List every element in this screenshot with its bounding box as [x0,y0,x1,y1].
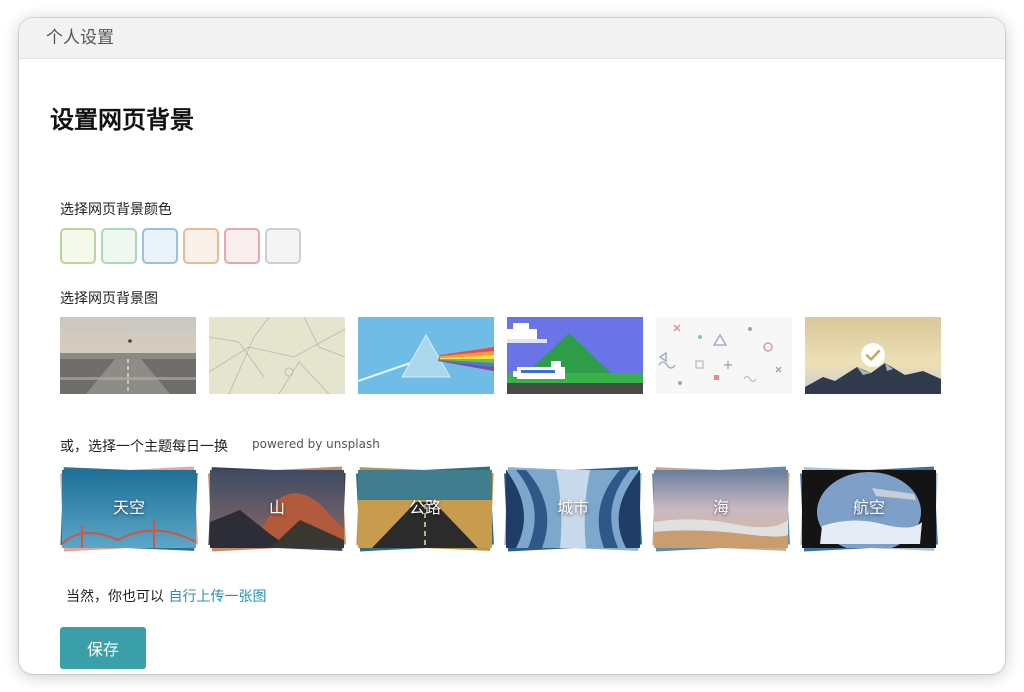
settings-window: 个人设置 设置网页背景 选择网页背景颜色 选择网页背景图 或，选择一个主题每日一… [19,18,1005,674]
upload-prefix-text: 当然，你也可以 [66,589,169,605]
upload-link[interactable]: 自行上传一张图 [168,589,266,605]
background-thumb-mountain[interactable] [805,317,941,394]
selected-check-icon [861,343,885,367]
background-thumb-prism[interactable] [358,317,494,394]
theme-label-sky: 天空 [112,498,145,517]
color-swatch-blue[interactable] [142,228,178,264]
background-thumb-runway[interactable] [60,317,196,394]
theme-section-label: 或，选择一个主题每日一换 [60,439,228,455]
theme-card-mountain[interactable]: 山 [208,466,346,552]
color-swatch-green[interactable] [60,228,96,264]
theme-card-sky[interactable]: 天空 [60,466,198,552]
page-title: 设置网页背景 [50,106,194,134]
color-section-label: 选择网页背景颜色 [60,202,172,218]
powered-by-text: powered by unsplash [252,437,380,451]
background-image-list [60,317,941,394]
theme-label-road: 公路 [408,498,441,517]
background-section-label: 选择网页背景图 [60,291,158,307]
color-swatch-mint[interactable] [101,228,137,264]
theme-label-sea: 海 [712,498,729,517]
theme-card-sea[interactable]: 海 [652,466,790,552]
background-thumb-confetti[interactable] [656,317,792,394]
window-title: 个人设置 [19,18,1005,59]
theme-card-aviation[interactable]: 航空 [800,466,938,552]
color-swatch-gray[interactable] [265,228,301,264]
save-button[interactable]: 保存 [60,627,146,669]
background-thumb-pixel-plane[interactable] [507,317,643,394]
color-swatch-pink[interactable] [224,228,260,264]
upload-line: 当然，你也可以 自行上传一张图 [66,586,266,606]
theme-card-road[interactable]: 公路 [356,466,494,552]
theme-label-aviation: 航空 [852,498,885,517]
theme-list: 天空 山 公路 城市 海 航空 [60,466,938,552]
theme-card-city[interactable]: 城市 [504,466,642,552]
background-thumb-map[interactable] [209,317,345,394]
color-swatch-list [60,228,301,264]
color-swatch-peach[interactable] [183,228,219,264]
theme-label-city: 城市 [556,498,589,517]
theme-label-mountain: 山 [268,498,285,517]
